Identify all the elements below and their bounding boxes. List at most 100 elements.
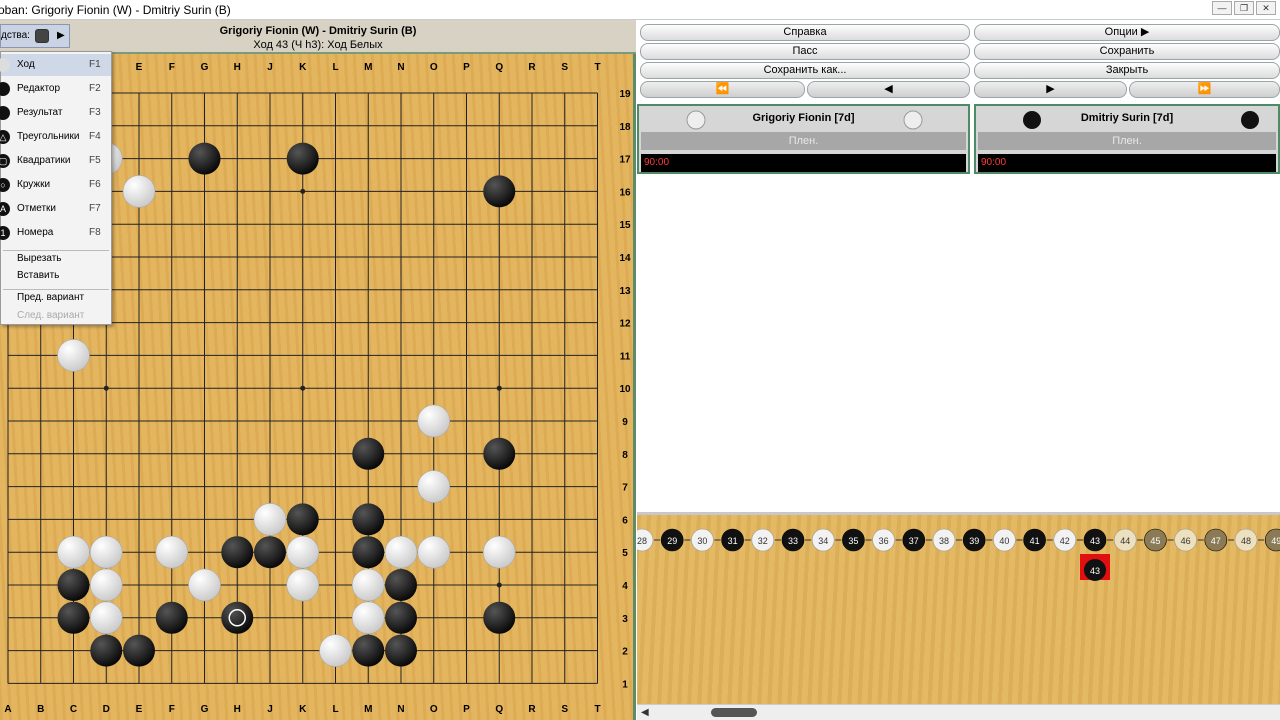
save-button[interactable]: Сохранить <box>974 43 1280 60</box>
white-stone[interactable] <box>122 175 156 208</box>
black-stone[interactable] <box>188 142 221 175</box>
last-move-button[interactable]: ⏩ <box>1129 81 1280 98</box>
row-label: 6 <box>622 515 628 526</box>
triangle-icon: △ <box>0 130 10 144</box>
menu-item[interactable]: ○ Кружки F6 <box>0 174 111 196</box>
menu-item[interactable]: A Отметки F7 <box>0 198 111 220</box>
column-label: G <box>201 62 209 73</box>
menu-item[interactable]: 1 Номера F8 <box>0 222 111 244</box>
black-stone[interactable] <box>90 634 123 667</box>
row-label: 9 <box>622 417 628 428</box>
menu-item[interactable]: Редактор F2 <box>0 78 111 100</box>
column-label: O <box>430 62 438 73</box>
black-stone[interactable] <box>352 634 385 667</box>
white-stone[interactable] <box>89 601 123 635</box>
game-tree-canvas[interactable]: 28 29 30 31 32 33 34 35 36 37 38 39 40 41 42 43 44 45 46 47… <box>630 515 1280 704</box>
first-move-button[interactable]: ⏪ <box>640 81 805 98</box>
column-label: S <box>561 704 568 715</box>
black-stone[interactable] <box>483 601 516 634</box>
row-label: 3 <box>622 614 628 625</box>
black-stone[interactable] <box>483 437 516 470</box>
black-stone[interactable] <box>221 601 254 634</box>
white-stone[interactable] <box>351 568 385 602</box>
white-stone[interactable] <box>89 568 123 602</box>
white-stone[interactable] <box>155 535 189 569</box>
black-stone[interactable] <box>221 536 254 569</box>
white-stone[interactable] <box>417 470 451 503</box>
menu-item[interactable]: Ход F1 <box>0 54 111 76</box>
menu-item[interactable]: Результат F3 <box>0 102 111 124</box>
menu-item[interactable]: △ Треугольники F4 <box>0 126 111 148</box>
white-stone[interactable] <box>384 535 418 569</box>
comment-area[interactable] <box>637 176 1280 509</box>
tree-node-label: 28 <box>637 536 647 546</box>
row-label: 17 <box>619 155 631 166</box>
tools-dropdown[interactable]: дства: ▶ <box>0 24 70 48</box>
menu-item[interactable]: Вставить <box>1 267 111 284</box>
tree-node-label: 35 <box>848 536 858 546</box>
row-label: 11 <box>620 351 631 362</box>
tree-scrollbar[interactable]: ◀ <box>637 704 1280 720</box>
help-button[interactable]: Справка <box>640 24 970 41</box>
menu-item[interactable]: Вырезать <box>1 250 111 267</box>
white-stone[interactable] <box>188 568 221 602</box>
close-game-button[interactable]: Закрыть <box>974 62 1280 79</box>
scroll-left-icon[interactable]: ◀ <box>641 707 649 718</box>
scroll-thumb[interactable] <box>711 708 757 717</box>
black-stone[interactable] <box>483 175 516 208</box>
black-stone[interactable] <box>385 601 417 634</box>
white-stone[interactable] <box>417 535 451 569</box>
black-stone[interactable] <box>254 536 286 569</box>
pass-button[interactable]: Пасс <box>640 43 970 60</box>
save-as-button[interactable]: Сохранить как... <box>640 62 970 79</box>
white-stone[interactable] <box>482 535 516 569</box>
white-stone[interactable] <box>57 535 90 569</box>
black-stone[interactable] <box>385 634 417 667</box>
tree-node-label: 46 <box>1181 536 1191 546</box>
menu-item[interactable]: Пред. вариант <box>1 289 111 307</box>
tools-menu: Ход F1 Редактор F2 Результат F3 △ Треугольники F… <box>0 51 112 325</box>
close-window-button[interactable]: ✕ <box>1256 1 1276 15</box>
black-stone[interactable] <box>155 601 188 634</box>
column-label: S <box>561 62 568 73</box>
minimize-button[interactable]: — <box>1212 1 1232 15</box>
white-stone[interactable] <box>89 535 123 569</box>
game-tree[interactable]: 28 29 30 31 32 33 34 35 36 37 38 39 40 41 42 43 44 45 46 47… <box>630 512 1280 704</box>
white-stone[interactable] <box>286 568 320 602</box>
black-stone[interactable] <box>385 569 417 601</box>
menu-item-shortcut: F4 <box>89 131 101 142</box>
black-stone[interactable] <box>352 536 385 569</box>
circle-icon: ○ <box>0 178 10 192</box>
play-arrow-icon: ▶ <box>57 30 65 41</box>
black-stone[interactable] <box>352 503 385 536</box>
white-stone[interactable] <box>351 601 385 635</box>
tree-node-label: 40 <box>999 536 1009 546</box>
tree-node-label: 47 <box>1211 536 1221 546</box>
menu-item-label: Треугольники <box>17 131 80 142</box>
white-stone[interactable] <box>417 404 451 438</box>
menu-item-shortcut: F1 <box>89 59 101 70</box>
black-stone[interactable] <box>57 601 90 634</box>
white-stone[interactable] <box>286 535 320 569</box>
next-move-button[interactable]: ▶ <box>974 81 1127 98</box>
white-stone[interactable] <box>319 634 352 667</box>
white-stone-icon <box>0 58 10 72</box>
hoshi-point <box>300 385 306 391</box>
options-button[interactable]: Опции ▶ <box>974 24 1280 41</box>
black-stone[interactable] <box>57 569 90 601</box>
menu-item[interactable]: ▢ Квадратики F5 <box>0 150 111 172</box>
tree-node-label: 34 <box>818 536 828 546</box>
column-label: R <box>528 704 536 715</box>
menu-item-label: Кружки <box>17 179 51 190</box>
black-stone[interactable] <box>286 142 319 175</box>
board-header: Grigoriy Fionin (W) - Dmitriy Surin (B) … <box>0 20 636 54</box>
mark-A-icon: A <box>0 202 10 216</box>
black-stone[interactable] <box>286 503 319 536</box>
white-stone[interactable] <box>253 503 287 536</box>
black-stone[interactable] <box>352 437 385 470</box>
white-stone[interactable] <box>57 339 90 372</box>
hoshi-point <box>496 385 502 391</box>
maximize-button[interactable]: ❐ <box>1234 1 1254 15</box>
black-stone[interactable] <box>123 634 155 667</box>
prev-move-button[interactable]: ◀ <box>807 81 970 98</box>
